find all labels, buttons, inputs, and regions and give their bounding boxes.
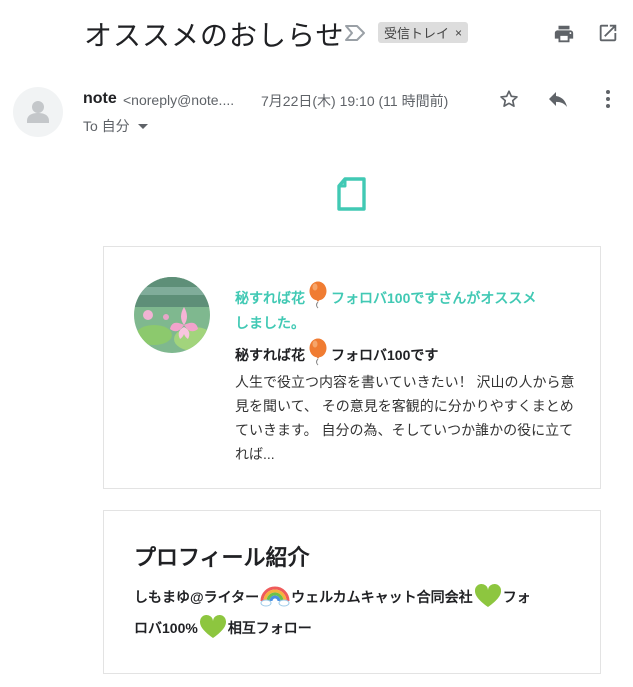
recommendation-title-part2: フォロバ100ですさんがオススメ — [331, 290, 537, 306]
profile-text-line-1: しもまゆ@ライター ウェルカムキャット合同会社 フォ — [134, 583, 574, 609]
balloon-emoji-icon — [309, 338, 327, 366]
sender-email: <noreply@note.... — [123, 92, 235, 108]
note-document-icon — [337, 177, 366, 211]
recommendation-title-part3: しました。 — [235, 315, 305, 331]
profile-line1-part2: ウェルカムキャット合同会社 — [291, 589, 473, 605]
recipient-details-toggle[interactable]: To 自分 — [83, 116, 148, 136]
profile-heading: プロフィール紹介 — [134, 545, 310, 570]
creator-avatar-image[interactable] — [134, 277, 210, 353]
creator-name-part2: フォロバ100です — [331, 347, 439, 363]
green-heart-emoji-icon — [199, 614, 226, 638]
reply-icon[interactable] — [546, 87, 570, 111]
recipient-text: To 自分 — [83, 118, 130, 134]
email-subject: オススメのおしらせ — [84, 20, 345, 51]
green-heart-emoji-icon — [474, 583, 501, 607]
balloon-emoji-icon — [309, 281, 327, 309]
creator-description: 人生で役立つ内容を書いていきたい！ 沢山の人から意見を聞いて、 その意見を客観的… — [235, 374, 575, 462]
profile-line2-part1: ロバ100% — [134, 620, 198, 636]
sender-name: note — [83, 90, 117, 107]
recommendation-title-part1: 秘すれば花 — [235, 290, 305, 306]
creator-name-part1: 秘すれば花 — [235, 347, 305, 363]
print-icon[interactable] — [552, 22, 576, 46]
inbox-label-chip[interactable]: 受信トレイ × — [378, 22, 469, 43]
importance-marker-icon[interactable] — [344, 24, 366, 42]
more-vert-icon[interactable] — [596, 87, 620, 111]
profile-line2-part2: 相互フォロー — [227, 620, 312, 636]
creator-name[interactable]: 秘すれば花 フォロバ100です — [235, 338, 438, 367]
rainbow-emoji-icon — [260, 586, 290, 607]
profile-line1-part3: フォ — [502, 589, 531, 605]
chevron-down-icon — [137, 123, 148, 129]
star-icon[interactable] — [497, 87, 521, 111]
recommendation-title[interactable]: 秘すれば花 フォロバ100ですさんがオススメ しました。 — [235, 281, 575, 336]
sender-avatar[interactable] — [13, 87, 63, 137]
inbox-label-text: 受信トレイ — [384, 26, 450, 41]
email-date: 7月22日(木) 19:10 (11 時間前) — [261, 93, 449, 109]
open-in-new-window-icon[interactable] — [596, 21, 620, 45]
profile-text-line-2: ロバ100% 相互フォロー — [134, 614, 574, 640]
remove-label-button[interactable]: × — [455, 26, 462, 40]
person-icon — [27, 101, 49, 123]
profile-line1-part1: しもまゆ@ライター — [134, 589, 260, 605]
